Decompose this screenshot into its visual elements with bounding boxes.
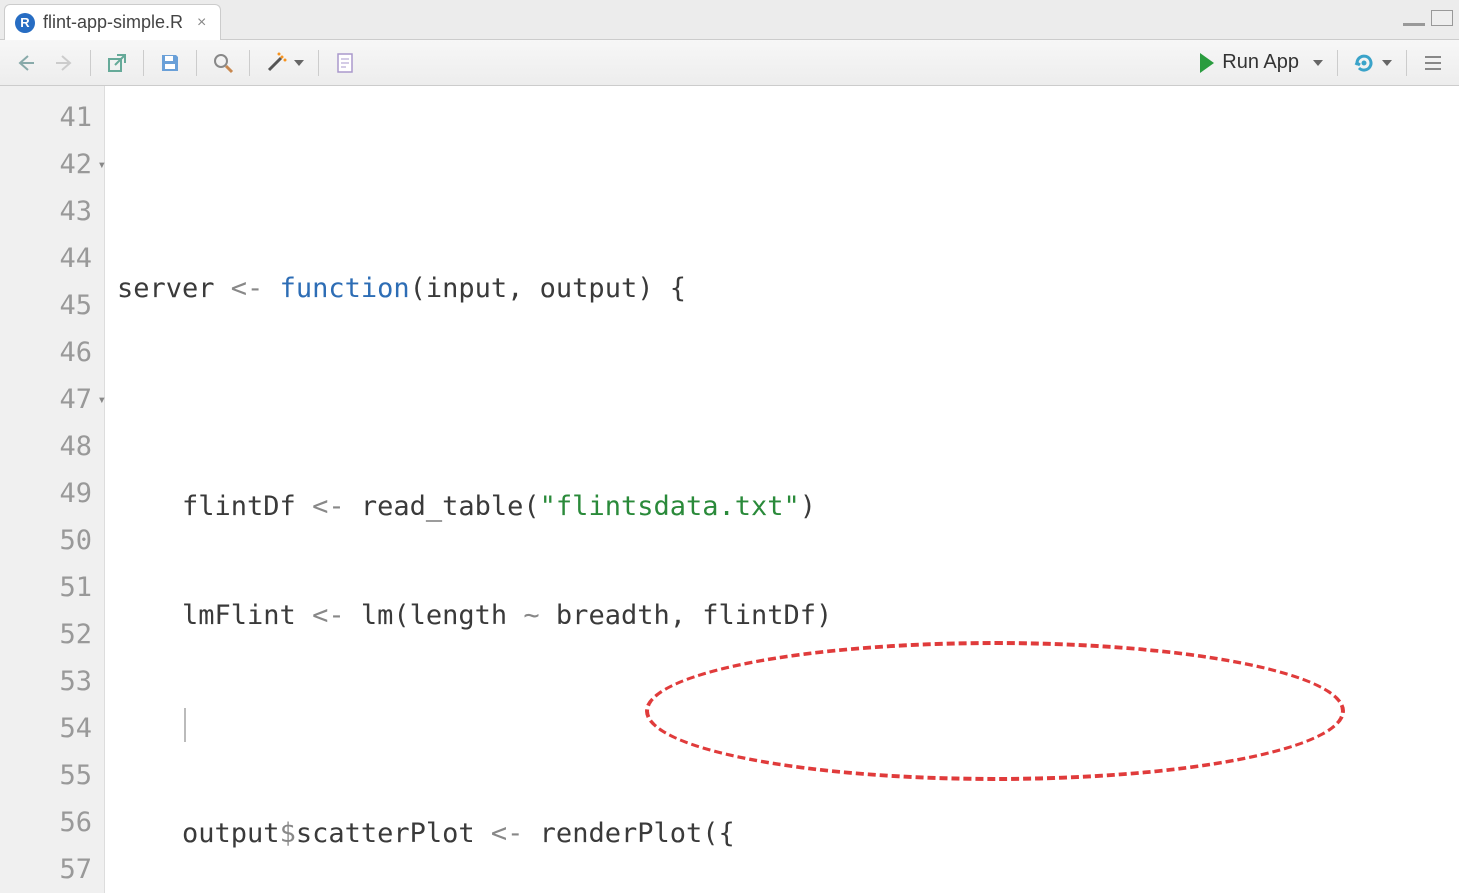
chevron-down-icon [294, 60, 304, 66]
code-line: server <- function(input, output) { [117, 265, 1459, 312]
line-number: 44 [0, 235, 104, 282]
compile-report-button[interactable] [327, 47, 363, 79]
show-in-new-window-button[interactable] [99, 47, 135, 79]
chevron-down-icon [1313, 60, 1323, 66]
line-number: 41 [0, 94, 104, 141]
find-replace-button[interactable] [205, 47, 241, 79]
code-line [117, 374, 1459, 421]
text-cursor [184, 708, 186, 742]
tab-bar: R flint-app-simple.R × [0, 0, 1459, 40]
separator [1406, 50, 1407, 76]
code-line: lmFlint <- lm(length ~ breadth, flintDf) [117, 592, 1459, 639]
nav-forward-button[interactable] [46, 47, 82, 79]
code-line: flintDf <- read_table("flintsdata.txt") [117, 483, 1459, 530]
line-number: 46 [0, 329, 104, 376]
line-number: 56 [0, 799, 104, 846]
line-number: 43 [0, 188, 104, 235]
run-app-label: Run App [1222, 51, 1299, 74]
editor-area: 41 42 43 44 45 46 47 48 49 50 51 52 53 5… [0, 86, 1459, 893]
r-file-icon: R [15, 13, 35, 33]
reload-icon [1352, 51, 1376, 75]
code-tools-button[interactable] [258, 47, 310, 79]
separator [143, 50, 144, 76]
line-number: 50 [0, 517, 104, 564]
separator [318, 50, 319, 76]
code-line [117, 701, 1459, 748]
maximize-pane-icon[interactable] [1431, 10, 1453, 26]
line-number: 55 [0, 752, 104, 799]
document-outline-button[interactable] [1415, 47, 1451, 79]
window-controls [1403, 10, 1453, 26]
find-icon [211, 51, 235, 75]
save-icon [158, 51, 182, 75]
reload-app-button[interactable] [1346, 47, 1398, 79]
separator [196, 50, 197, 76]
report-icon [333, 51, 357, 75]
wand-icon [264, 51, 288, 75]
run-app-button[interactable]: Run App [1194, 47, 1329, 78]
editor-toolbar: Run App [0, 40, 1459, 86]
line-number: 53 [0, 658, 104, 705]
line-number: 52 [0, 611, 104, 658]
line-number: 48 [0, 423, 104, 470]
forward-arrow-icon [52, 51, 76, 75]
nav-back-button[interactable] [8, 47, 44, 79]
popout-icon [105, 51, 129, 75]
line-number: 42 [0, 141, 104, 188]
line-number: 45 [0, 282, 104, 329]
outline-icon [1421, 51, 1445, 75]
line-number: 47 [0, 376, 104, 423]
separator [90, 50, 91, 76]
line-number: 51 [0, 564, 104, 611]
play-icon [1200, 53, 1214, 73]
tab-filename: flint-app-simple.R [43, 12, 183, 33]
separator [249, 50, 250, 76]
separator [1337, 50, 1338, 76]
chevron-down-icon [1382, 60, 1392, 66]
code-line: output$scatterPlot <- renderPlot({ [117, 810, 1459, 857]
line-number: 57 [0, 846, 104, 893]
save-button[interactable] [152, 47, 188, 79]
code-line [117, 156, 1459, 203]
code-editor[interactable]: server <- function(input, output) { flin… [105, 86, 1459, 893]
line-number-gutter[interactable]: 41 42 43 44 45 46 47 48 49 50 51 52 53 5… [0, 86, 105, 893]
line-number: 54 [0, 705, 104, 752]
minimize-pane-icon[interactable] [1403, 10, 1425, 26]
close-tab-icon[interactable]: × [197, 14, 206, 32]
back-arrow-icon [14, 51, 38, 75]
file-tab[interactable]: R flint-app-simple.R × [4, 4, 221, 40]
line-number: 49 [0, 470, 104, 517]
